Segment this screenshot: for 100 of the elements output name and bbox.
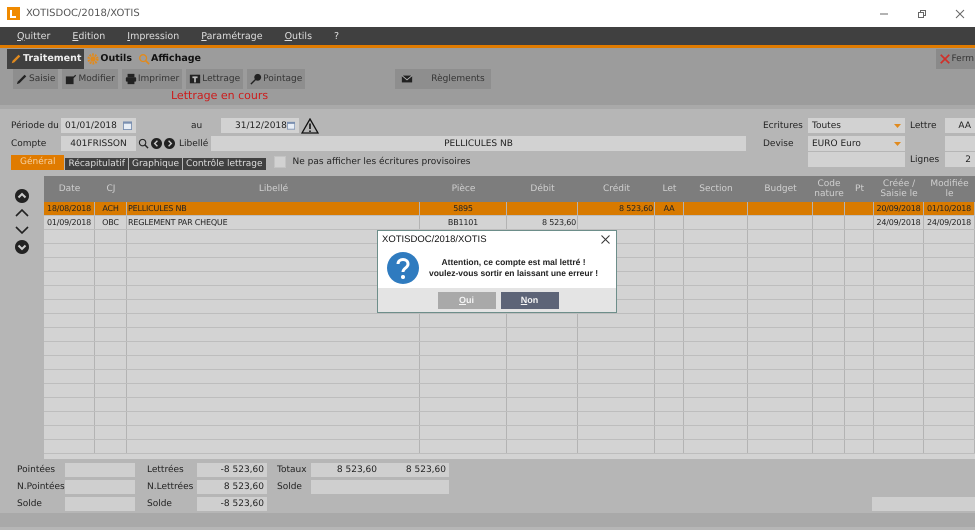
previous-icon[interactable] <box>151 138 162 149</box>
menu-item[interactable]: Impression <box>127 30 180 42</box>
toolbar-button[interactable]: Pointage <box>247 69 306 89</box>
search-icon <box>138 52 150 64</box>
column-header[interactable]: Let <box>655 176 684 202</box>
column-header[interactable]: CJ <box>95 176 127 202</box>
status-message: Lettrage en cours <box>170 89 270 103</box>
close-icon[interactable] <box>601 235 610 244</box>
dialog-message: Attention, ce compte est mal lettré ! voulez-vous sortir en laissant une erreur ! <box>429 257 598 279</box>
field-label: Ecritures <box>763 120 804 130</box>
warning-icon <box>301 118 319 134</box>
summary-field: 8 523,60 <box>380 463 449 477</box>
dialog-title: XOTISDOC/2018/XOTIS <box>382 234 487 245</box>
column-header[interactable]: Libellé <box>127 176 420 202</box>
text-field[interactable]: AA <box>945 118 975 133</box>
column-header[interactable]: Section <box>684 176 748 202</box>
date-field[interactable]: 01/01/2018 <box>61 118 136 133</box>
table-cell: AA <box>664 204 674 213</box>
last-record-icon[interactable] <box>15 240 29 254</box>
text-field[interactable]: PELLICULES NB <box>211 136 746 151</box>
checkbox[interactable] <box>274 156 286 168</box>
view-tab[interactable]: Récapitulatif <box>65 158 128 170</box>
calendar-icon[interactable] <box>286 121 295 130</box>
summary-field <box>65 480 135 494</box>
summary-field <box>65 463 135 477</box>
table-cell: 8 523,60 <box>618 204 653 213</box>
table-cell: ACH <box>102 204 119 213</box>
table-cell: PELLICULES NB <box>128 204 187 213</box>
column-header[interactable]: Pt <box>845 176 874 202</box>
column-header[interactable]: Modifiée le <box>924 176 975 202</box>
next-icon[interactable] <box>164 138 175 149</box>
envelope-icon <box>401 73 414 85</box>
close-icon[interactable] <box>955 8 965 18</box>
summary-field: -8 523,60 <box>197 497 267 511</box>
summary-label: Totaux <box>277 465 308 475</box>
account-field[interactable]: 401FRISSON <box>61 136 136 151</box>
restore-icon[interactable] <box>917 8 927 18</box>
column-header[interactable]: Budget <box>748 176 813 202</box>
ribbon-tab[interactable]: Affichage <box>134 48 204 68</box>
search-icon[interactable] <box>138 138 149 149</box>
field-label: Libellé <box>179 138 210 148</box>
summary-field <box>65 497 135 511</box>
field-label: Compte <box>11 138 48 148</box>
dropdown[interactable]: Toutes <box>808 118 905 133</box>
edit-icon <box>65 73 78 85</box>
ribbon-tab[interactable]: Traitement <box>7 48 84 68</box>
menu-item[interactable]: ? <box>334 30 340 42</box>
menu-item[interactable]: Edition <box>72 30 106 42</box>
table-cell: 8 523,60 <box>542 218 576 227</box>
text-field[interactable] <box>945 136 975 151</box>
toolbar-button[interactable]: Règlements <box>395 69 492 89</box>
view-tab[interactable]: Graphique <box>128 158 182 170</box>
table-cell: 24/09/2018 <box>876 218 921 227</box>
text-field[interactable] <box>808 152 905 167</box>
pencil-icon <box>16 73 28 85</box>
summary-label: Solde <box>147 499 173 509</box>
column-header[interactable]: Crédit <box>578 176 655 202</box>
column-header[interactable]: Code nature <box>813 176 845 202</box>
table-cell: 01/09/2018 <box>46 218 92 227</box>
letter-block-icon <box>189 73 202 85</box>
menu-item[interactable]: Outils <box>284 30 312 42</box>
summary-field: 8 523,60 <box>311 463 380 477</box>
calendar-icon[interactable] <box>123 121 132 130</box>
table-cell: 24/09/2018 <box>926 218 972 227</box>
field-label: au <box>191 120 204 130</box>
menu-item[interactable]: Paramétrage <box>201 30 263 42</box>
summary-label: Lettrées <box>147 465 185 475</box>
gear-icon <box>87 52 100 64</box>
dropdown[interactable]: EURO Euro <box>808 136 905 151</box>
pin-icon <box>250 73 262 85</box>
window-title: XOTISDOC/2018/XOTIS <box>26 8 140 19</box>
toolbar-button[interactable]: Saisie <box>13 69 58 89</box>
close-button[interactable]: Ferm <box>936 48 975 68</box>
column-header[interactable]: Débit <box>507 176 578 202</box>
checkbox-label: Ne pas afficher les écritures provisoires <box>292 157 470 167</box>
table-row[interactable]: 18/08/2018 ACH PELLICULES NB 5895 8 523,60 AA 20/09/2018 01/10/2018 <box>44 202 975 216</box>
column-header[interactable]: Date <box>44 176 95 202</box>
toolbar-button[interactable]: Imprimer <box>122 69 182 89</box>
summary-label: Pointées <box>17 465 56 475</box>
table-cell: 20/09/2018 <box>876 204 921 213</box>
field-label: Lettre <box>909 120 938 130</box>
first-record-icon[interactable] <box>15 189 29 203</box>
ribbon-tab[interactable]: Outils <box>84 48 135 68</box>
table-cell: OBC <box>102 218 119 227</box>
field-label: Devise <box>763 138 795 148</box>
column-header[interactable]: Créée / Saisie le <box>874 176 924 202</box>
table-cell: REGLEMENT PAR CHEQUE <box>128 218 228 227</box>
summary-label: Solde <box>17 499 43 509</box>
toolbar-button[interactable]: Modifier <box>62 69 118 89</box>
table-cell: 18/08/2018 <box>46 204 92 213</box>
table-cell: 5895 <box>453 204 473 213</box>
menu-item[interactable]: Quitter <box>17 30 50 42</box>
column-header[interactable]: Pièce <box>420 176 507 202</box>
summary-label: N.Lettrées <box>147 482 194 492</box>
dialog-button[interactable]: Non <box>500 292 558 308</box>
view-tab[interactable]: Contrôle lettrage <box>183 158 266 170</box>
printer-icon <box>124 73 137 85</box>
toolbar-button[interactable]: Lettrage <box>186 69 244 89</box>
date-field[interactable]: 31/12/2018 <box>221 118 299 133</box>
summary-label: N.Pointées <box>17 482 65 492</box>
